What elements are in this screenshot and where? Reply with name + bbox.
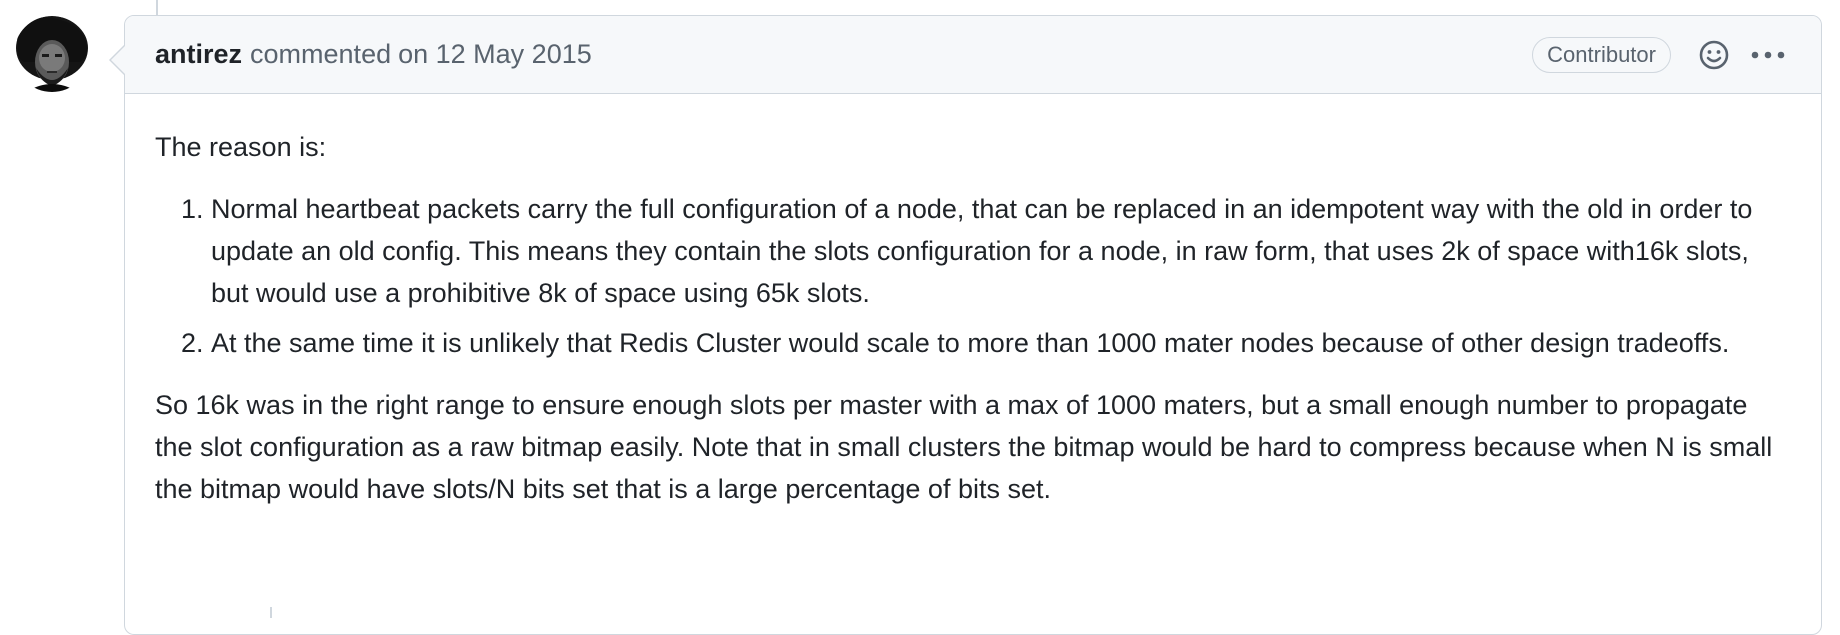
comment-conclusion: So 16k was in the right range to ensure …	[155, 390, 1773, 504]
smiley-icon	[1699, 40, 1729, 69]
comment-box: antirez commented on 12 May 2015 Contrib…	[109, 15, 1822, 635]
comment-action: commented	[250, 39, 392, 69]
reason-list: Normal heartbeat packets carry the full …	[155, 188, 1791, 364]
comment-options-button[interactable]	[1745, 32, 1791, 78]
timeline-line	[270, 607, 272, 618]
avatar-image	[14, 16, 90, 92]
comment-header: antirez commented on 12 May 2015 Contrib…	[125, 16, 1821, 94]
avatar[interactable]	[14, 16, 90, 92]
comment-timestamp[interactable]: on 12 May 2015	[398, 39, 592, 70]
comment-intro: The reason is:	[155, 132, 327, 162]
timeline-line	[156, 0, 158, 15]
add-reaction-button[interactable]	[1691, 32, 1737, 78]
list-item: At the same time it is unlikely that Red…	[211, 322, 1791, 364]
author-link[interactable]: antirez	[155, 39, 242, 70]
contributor-badge: Contributor	[1532, 36, 1671, 73]
kebab-horizontal-icon	[1751, 51, 1785, 58]
comment-body: The reason is: Normal heartbeat packets …	[125, 94, 1821, 510]
list-item: Normal heartbeat packets carry the full …	[211, 188, 1791, 314]
comment-pointer-fill	[111, 46, 125, 74]
